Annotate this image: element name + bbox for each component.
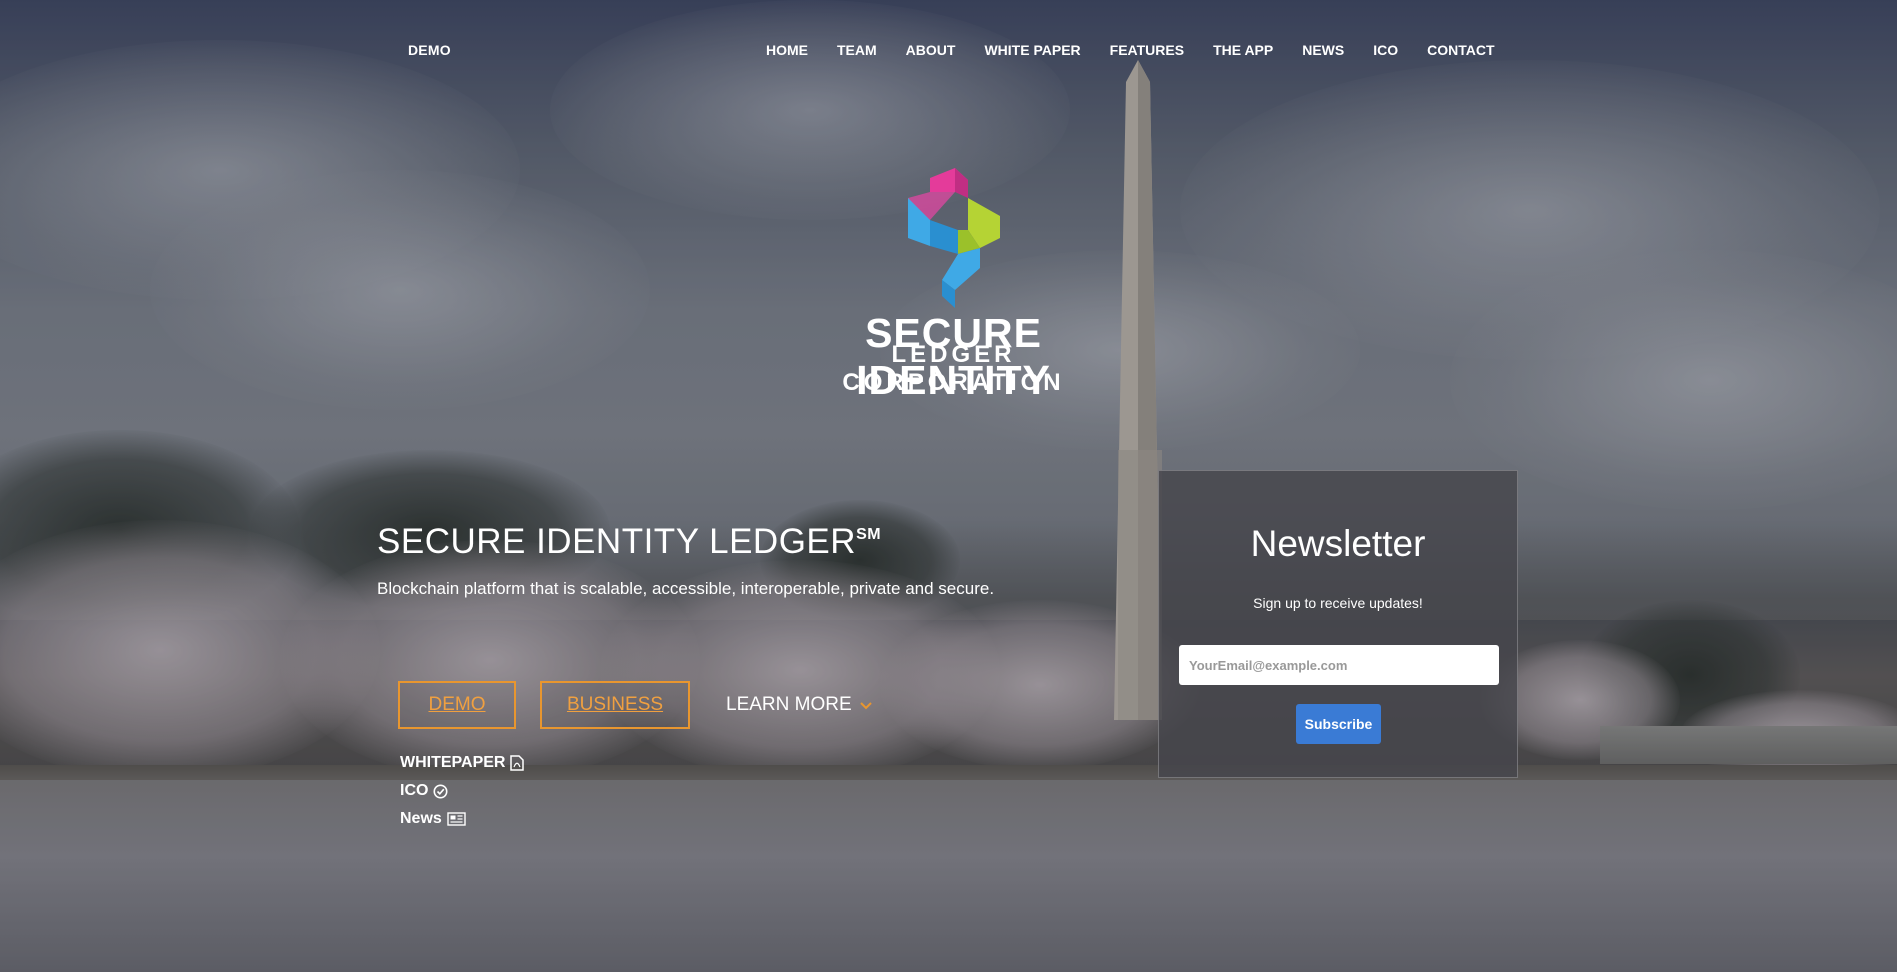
service-mark: SM	[856, 526, 882, 543]
nav-item-home[interactable]: HOME	[766, 42, 808, 58]
nav-item-team[interactable]: TEAM	[837, 42, 877, 58]
nav-item-news[interactable]: NEWS	[1302, 42, 1344, 58]
learn-more-link[interactable]: LEARN MORE	[726, 694, 872, 716]
nav-item-white-paper[interactable]: WHITE PAPER	[984, 42, 1080, 58]
sil-cube-logo-icon	[908, 168, 1000, 308]
quick-link-label: News	[400, 810, 442, 827]
demo-button[interactable]: DEMO	[398, 681, 516, 729]
hero-background-photo	[0, 0, 1897, 972]
quick-link-whitepaper[interactable]: WHITEPAPER	[400, 754, 525, 772]
learn-more-label: LEARN MORE	[726, 694, 852, 715]
nav-item-contact[interactable]: CONTACT	[1427, 42, 1494, 58]
check-circle-icon	[433, 784, 448, 798]
hero-title: SECURE IDENTITY LEDGERSM	[377, 522, 882, 561]
newsletter-email-input[interactable]	[1179, 645, 1499, 685]
nav-item-about[interactable]: ABOUT	[906, 42, 956, 58]
newsletter-title: Newsletter	[1250, 523, 1426, 564]
nav-item-ico[interactable]: ICO	[1373, 42, 1398, 58]
nav-demo-link[interactable]: DEMO	[408, 42, 451, 58]
hero-subtitle: Blockchain platform that is scalable, ac…	[377, 579, 995, 598]
nav-item-features[interactable]: FEATURES	[1110, 42, 1184, 58]
nav-item-the-app[interactable]: THE APP	[1213, 42, 1273, 58]
business-button[interactable]: BUSINESS	[540, 681, 690, 729]
quick-link-ico[interactable]: ICO	[400, 782, 448, 800]
main-nav: HOME TEAM ABOUT WHITE PAPER FEATURES THE…	[766, 42, 1524, 58]
quick-link-news[interactable]: News	[400, 810, 466, 828]
chevron-down-icon	[859, 697, 872, 713]
newsletter-subtitle: Sign up to receive updates!	[1253, 595, 1423, 611]
newspaper-icon	[447, 812, 466, 826]
quick-link-label: WHITEPAPER	[400, 754, 506, 771]
pdf-file-icon	[510, 755, 525, 771]
newsletter-panel: Newsletter Sign up to receive updates! S…	[1158, 470, 1518, 778]
logo-wordmark-line2: LEDGER CORPORATION	[842, 341, 1065, 396]
subscribe-button[interactable]: Subscribe	[1296, 704, 1381, 744]
quick-link-label: ICO	[400, 782, 429, 799]
